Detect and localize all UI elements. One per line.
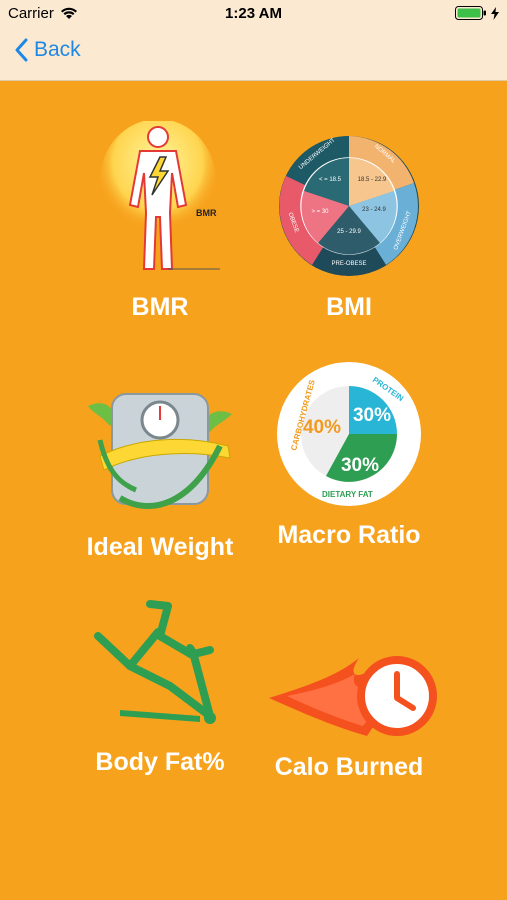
bmi-value-preobese: 25 - 29.9 [337, 229, 361, 235]
macro-fat-pct: 30% [341, 455, 379, 476]
macro-protein-pct: 30% [353, 405, 391, 426]
status-bar: Carrier 1:23 AM [0, 0, 507, 28]
calculator-grid: BMR BMR UNDERWEIGHT NORMAL OVERWEIGHT PR… [0, 81, 507, 900]
bmi-chart-icon: UNDERWEIGHT NORMAL OVERWEIGHT PRE-OBESE … [279, 136, 419, 276]
bmr-icon-text: BMR [196, 208, 217, 218]
bmi-value-underweight: < = 18.5 [319, 177, 342, 183]
back-button[interactable]: Back [14, 38, 81, 62]
bmi-value-obese: > = 30 [311, 209, 329, 215]
bmi-value-normal: 18.5 - 22.9 [358, 177, 387, 183]
back-label: Back [34, 38, 81, 61]
bmi-label: BMI [326, 293, 372, 321]
macro-fat-label: DIETARY FAT [322, 490, 373, 499]
calo-burned-label: Calo Burned [274, 753, 424, 781]
bmi-value-overweight: 23 - 24.9 [362, 207, 386, 213]
bmi-segment-preobese: PRE-OBESE [331, 261, 366, 267]
navigation-bar: Back [0, 28, 507, 81]
calo-burned-tile[interactable]: Calo Burned [249, 596, 449, 796]
bmi-tile[interactable]: UNDERWEIGHT NORMAL OVERWEIGHT PRE-OBESE … [249, 121, 449, 331]
macro-ratio-tile[interactable]: 40% 30% 30% CARBOHYDRATES PROTEIN DIETAR… [249, 361, 449, 561]
status-right [455, 6, 499, 20]
status-time: 1:23 AM [225, 5, 282, 22]
macro-ratio-label: Macro Ratio [277, 521, 421, 549]
clock-fire-icon [269, 656, 437, 736]
bmr-tile[interactable]: BMR BMR [60, 121, 260, 331]
bmr-label: BMR [131, 293, 189, 321]
battery-icon [455, 6, 486, 20]
ideal-weight-label: Ideal Weight [86, 533, 234, 561]
macro-pie-icon: 40% 30% 30% CARBOHYDRATES PROTEIN DIETAR… [277, 362, 421, 506]
ideal-weight-tile[interactable]: Ideal Weight [60, 361, 260, 561]
body-fat-label: Body Fat% [95, 748, 225, 776]
body-fat-tile[interactable]: Body Fat% [60, 596, 260, 796]
macro-carbs-pct: 40% [303, 417, 341, 438]
bmr-body-icon: BMR [100, 121, 220, 270]
charging-bolt-icon [491, 6, 499, 20]
scale-icon [88, 393, 232, 509]
caliper-icon [94, 600, 216, 724]
chevron-left-icon [15, 38, 28, 62]
